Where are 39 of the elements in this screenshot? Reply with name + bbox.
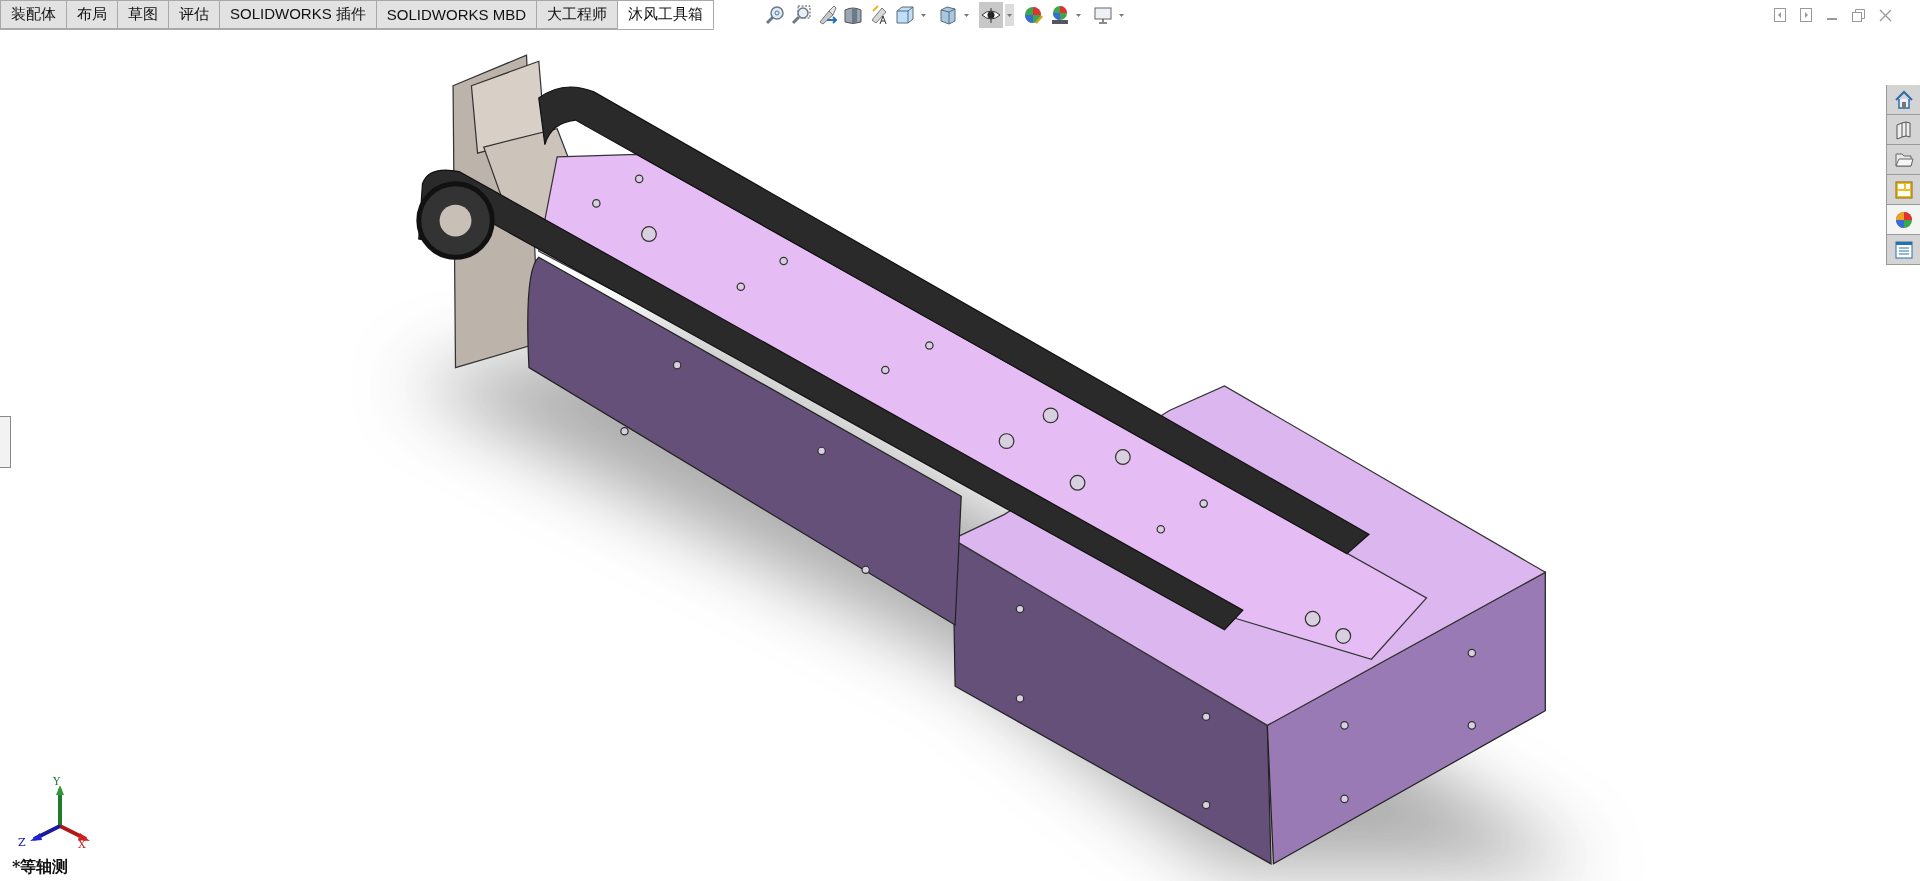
- task-pane-tab[interactable]: [1887, 85, 1920, 115]
- toolbar-button[interactable]: [979, 2, 1004, 28]
- close-icon[interactable]: [1879, 8, 1892, 22]
- task-pane-tab[interactable]: [1887, 205, 1920, 235]
- task-pane-tab[interactable]: [1887, 145, 1920, 175]
- house-icon: [1893, 89, 1914, 110]
- panel-handle[interactable]: [0, 416, 11, 468]
- cylinder-section-icon: [843, 5, 864, 25]
- color-ball-icon: [1024, 5, 1045, 25]
- magnifier-icon: [765, 5, 786, 25]
- monitor-icon: [1093, 5, 1114, 25]
- list-icon: [1893, 239, 1914, 260]
- color-ball-icon: [1893, 209, 1914, 230]
- z-axis-label: Z: [18, 836, 26, 849]
- magnifier-icon: [791, 5, 812, 25]
- books-icon: [1893, 119, 1914, 140]
- ribbon-tab[interactable]: 评估: [169, 0, 220, 29]
- task-pane-tab[interactable]: [1887, 235, 1920, 265]
- y-axis-label: Y: [53, 775, 61, 788]
- x-axis-label: X: [78, 838, 86, 851]
- restore-icon[interactable]: [1852, 8, 1865, 22]
- ribbon-tab[interactable]: 装配体: [0, 0, 67, 29]
- ribbon-tab[interactable]: 沐风工具箱: [618, 0, 715, 29]
- view-name: *等轴测: [12, 857, 69, 878]
- ribbon-tab[interactable]: SOLIDWORKS MBD: [376, 0, 538, 29]
- eye-icon: [981, 5, 1002, 25]
- tile-right-icon[interactable]: [1800, 8, 1812, 22]
- layout-palette-icon: [1893, 179, 1914, 200]
- cube-icon: [895, 5, 916, 25]
- color-ball-scene-icon: [1050, 5, 1071, 25]
- ribbon-tab[interactable]: 布局: [67, 0, 118, 29]
- tile-left-icon[interactable]: [1774, 8, 1786, 22]
- ribbon-tab[interactable]: 大工程师: [537, 0, 619, 29]
- task-pane-tab[interactable]: [1887, 115, 1920, 145]
- flashlight-icon: [817, 5, 838, 25]
- ribbon-tab[interactable]: 草图: [118, 0, 169, 29]
- box-icon: [938, 5, 959, 25]
- task-pane-tab[interactable]: [1887, 175, 1920, 205]
- ribbon-tab[interactable]: SOLIDWORKS 插件: [220, 0, 377, 29]
